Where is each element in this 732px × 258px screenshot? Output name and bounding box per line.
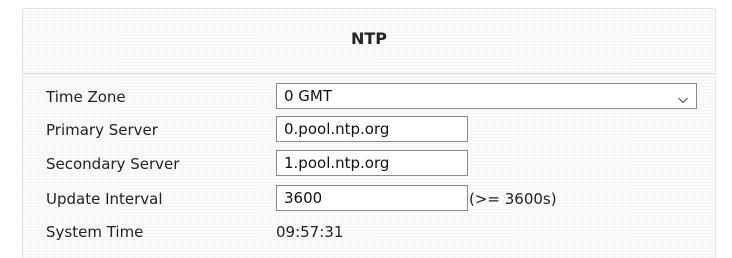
chevron-down-icon[interactable]	[677, 91, 689, 104]
secondary-server-row: Secondary Server	[23, 150, 715, 178]
system-time-label: System Time	[46, 223, 144, 241]
secondary-server-input[interactable]	[276, 150, 468, 176]
update-interval-hint: (>= 3600s)	[469, 190, 557, 208]
time-zone-label: Time Zone	[46, 88, 126, 106]
section-title: NTP	[350, 28, 388, 48]
system-time-value: 09:57:31	[276, 223, 344, 241]
update-interval-row: Update Interval (>= 3600s)	[23, 185, 715, 213]
time-zone-selected-value: 0 GMT	[284, 87, 333, 105]
primary-server-row: Primary Server	[23, 116, 715, 144]
system-time-row: System Time 09:57:31	[23, 218, 715, 246]
ntp-settings-panel: NTP Time Zone 0 GMT Primary Server Secon…	[22, 8, 716, 258]
primary-server-input[interactable]	[276, 116, 468, 142]
secondary-server-label: Secondary Server	[46, 155, 180, 173]
panel-header: NTP	[23, 9, 715, 74]
time-zone-row: Time Zone 0 GMT	[23, 83, 715, 111]
update-interval-label: Update Interval	[46, 190, 163, 208]
time-zone-select[interactable]: 0 GMT	[276, 83, 697, 109]
primary-server-label: Primary Server	[46, 121, 158, 139]
update-interval-input[interactable]	[276, 185, 468, 211]
